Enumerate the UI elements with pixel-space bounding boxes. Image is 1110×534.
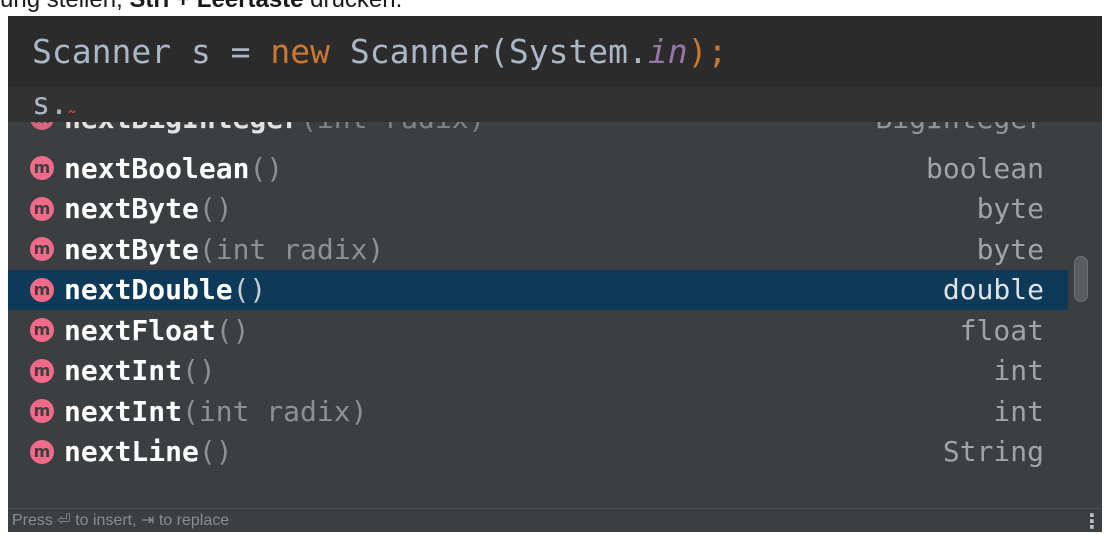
current-line[interactable]: s. ˜	[8, 87, 1102, 129]
code-line-end: );	[687, 32, 728, 71]
doc-text-suffix: drücken.	[304, 0, 402, 13]
completion-item-nextboolean[interactable]: m nextBoolean() boolean	[8, 148, 1068, 188]
completion-list[interactable]: m nextBigInteger (int radix) BigInteger …	[8, 122, 1068, 508]
method-name: nextBoolean	[64, 151, 250, 185]
completion-item-nextbyte[interactable]: m nextByte() byte	[8, 189, 1068, 229]
method-icon: m	[30, 237, 54, 261]
return-type: boolean	[925, 151, 1044, 185]
method-name: nextLine	[64, 435, 199, 468]
method-params: ()	[249, 151, 284, 185]
method-icon: m	[30, 358, 54, 383]
return-type: BigInteger	[875, 122, 1044, 135]
method-icon: m	[30, 196, 54, 221]
code-keyword-new: new	[270, 32, 331, 71]
method-params: ()	[215, 313, 250, 347]
method-icon: m	[30, 122, 54, 130]
code-editor[interactable]: Scanner s = new Scanner(System.in); s. ˜…	[8, 16, 1102, 532]
insert-hint: Press ⏎ to insert, ⇥ to replace	[12, 512, 230, 529]
method-params: ()	[198, 192, 233, 225]
more-options-icon[interactable]: ⋮	[1082, 509, 1102, 532]
method-params: (int radix)	[182, 394, 368, 428]
method-name: nextByte	[64, 192, 199, 225]
return-type: int	[993, 354, 1044, 387]
return-type: byte	[976, 232, 1044, 266]
code-variable: s =	[171, 32, 271, 71]
method-name: nextBigInteger	[64, 122, 300, 135]
completion-item-nextline[interactable]: m nextLine() String	[8, 432, 1068, 472]
method-name: nextInt	[64, 394, 183, 428]
completion-item-nextfloat[interactable]: m nextFloat() float	[8, 310, 1068, 350]
method-icon: m	[30, 399, 54, 423]
return-type: String	[942, 435, 1044, 468]
method-icon: m	[30, 318, 54, 342]
method-name: nextFloat	[64, 313, 216, 347]
current-line-text: s.	[32, 87, 69, 122]
return-type: int	[993, 394, 1044, 428]
method-params: ()	[182, 354, 216, 387]
completion-status-bar: Press ⏎ to insert, ⇥ to replace ⋮	[8, 508, 1102, 532]
completion-item-nextdouble[interactable]: m nextDouble() double	[8, 269, 1068, 310]
code-static-field: in	[647, 32, 688, 71]
scrollbar-thumb[interactable]	[1074, 256, 1088, 302]
return-type: double	[942, 273, 1044, 306]
code-line-scanner: Scanner s = new Scanner(System.in);	[32, 30, 727, 74]
method-params: (int radix)	[300, 122, 485, 135]
method-name: nextByte	[64, 232, 199, 266]
return-type: float	[959, 313, 1044, 347]
method-icon: m	[30, 277, 54, 302]
completion-popup[interactable]: m nextBigInteger (int radix) BigInteger …	[8, 122, 1102, 532]
code-constructor-call: Scanner(System.	[330, 32, 648, 71]
method-params: ()	[232, 273, 267, 306]
completion-item-nextbyte[interactable]: m nextByte (int radix) byte	[8, 229, 1068, 269]
code-type: Scanner	[32, 32, 172, 71]
method-params: (int radix)	[198, 232, 385, 266]
method-name: nextInt	[64, 354, 183, 387]
doc-text-prefix: ung stellen,	[0, 0, 129, 13]
return-type: byte	[976, 192, 1044, 225]
method-icon: m	[30, 156, 54, 180]
doc-shortcut-keys: Strl + Leertaste	[129, 0, 303, 13]
completion-item-partial[interactable]: m nextBigInteger (int radix) BigInteger	[8, 122, 1068, 138]
method-name: nextDouble	[64, 273, 233, 306]
completion-item-nextint[interactable]: m nextInt() int	[8, 351, 1068, 391]
document-text: ung stellen, Strl + Leertaste drücken.	[0, 0, 1110, 14]
completion-item-nextint[interactable]: m nextInt (int radix) int	[8, 391, 1068, 431]
scrollbar-track[interactable]	[1070, 122, 1102, 508]
method-params: ()	[198, 435, 233, 468]
method-icon: m	[30, 439, 54, 464]
